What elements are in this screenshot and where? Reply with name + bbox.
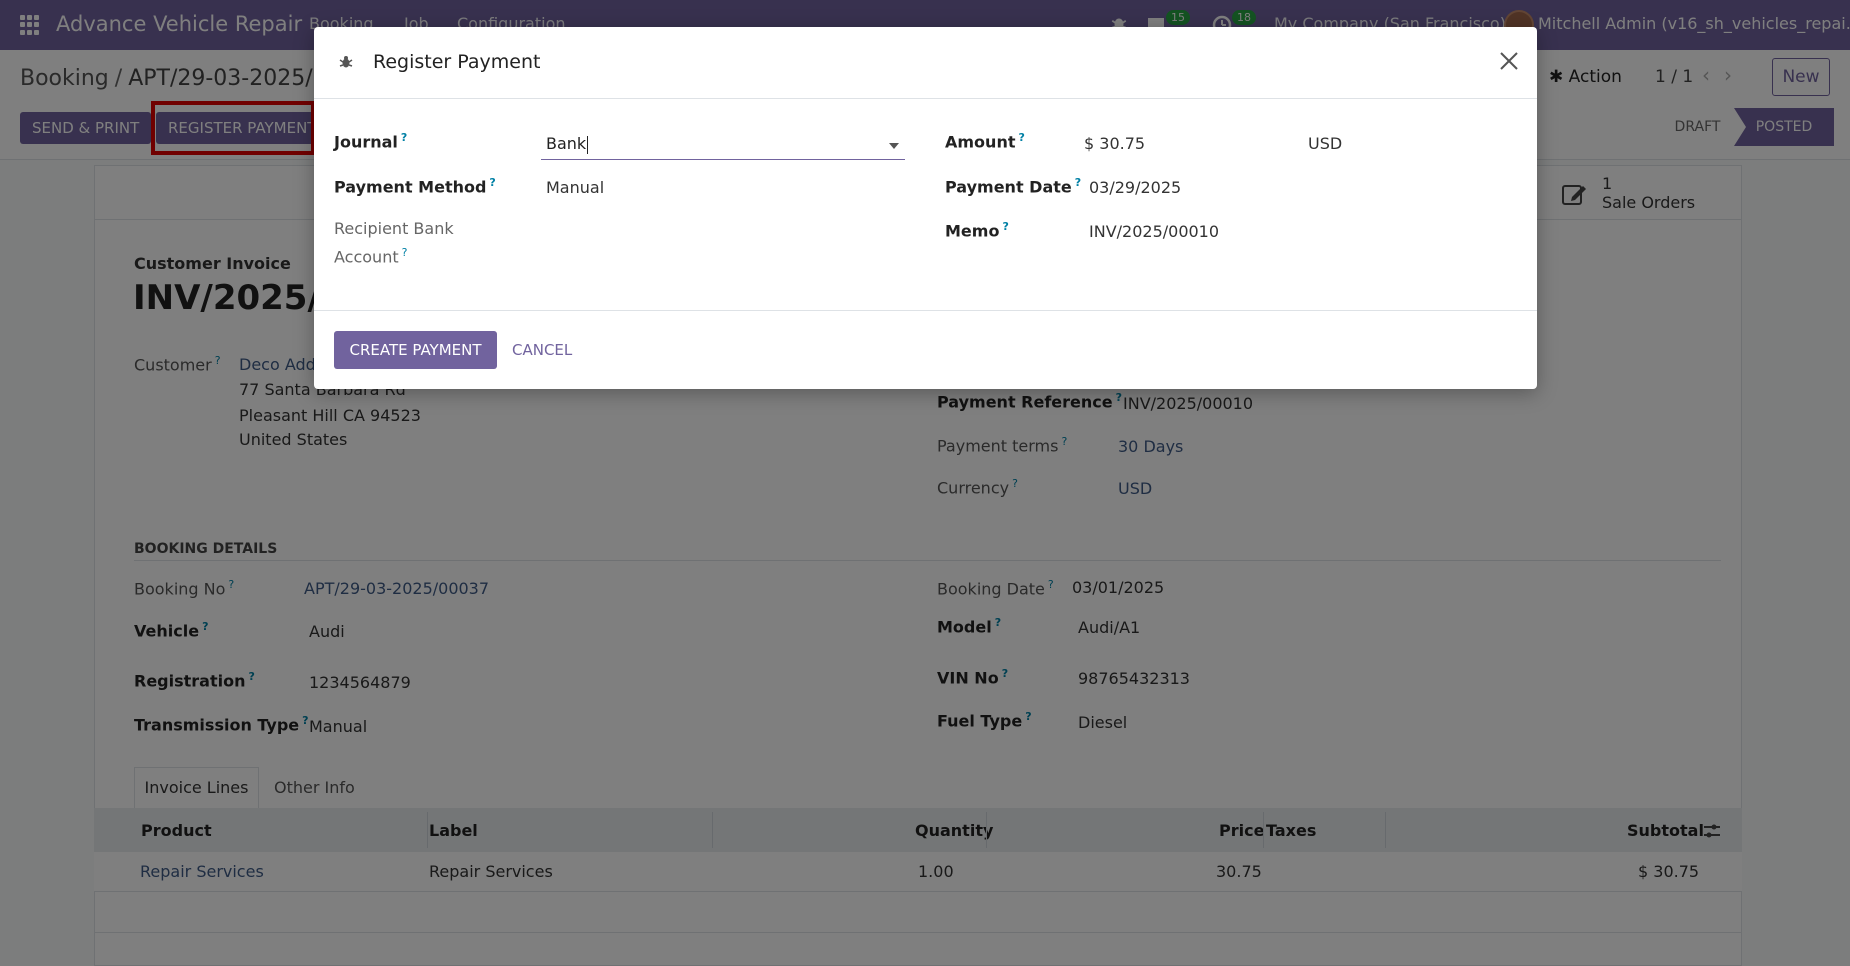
amount-value[interactable]: $ 30.75 [1084,134,1145,153]
journal-label: Journal? [334,131,408,152]
modal-header: Register Payment [314,27,1537,99]
debug-bug-icon[interactable] [338,54,354,70]
chevron-down-icon [889,143,899,149]
journal-select[interactable]: Bank [541,130,905,160]
register-payment-dialog: Register Payment Journal? Bank Payment M… [314,27,1537,389]
modal-footer [314,310,1537,389]
payment-method-value[interactable]: Manual [546,178,604,197]
amount-label: Amount? [945,131,1025,152]
create-payment-button[interactable]: CREATE PAYMENT [334,331,497,369]
amount-currency[interactable]: USD [1308,134,1342,153]
modal-title: Register Payment [373,51,541,73]
memo-label: Memo? [945,220,1009,241]
payment-date-label: Payment Date? [945,176,1082,197]
cancel-button[interactable]: CANCEL [512,341,572,359]
payment-method-label: Payment Method? [334,176,496,197]
recipient-bank-label: Recipient Bank Account? [334,219,454,267]
memo-input[interactable]: INV/2025/00010 [1089,222,1219,241]
payment-date-input[interactable]: 03/29/2025 [1089,178,1181,197]
close-icon[interactable] [1497,49,1521,73]
